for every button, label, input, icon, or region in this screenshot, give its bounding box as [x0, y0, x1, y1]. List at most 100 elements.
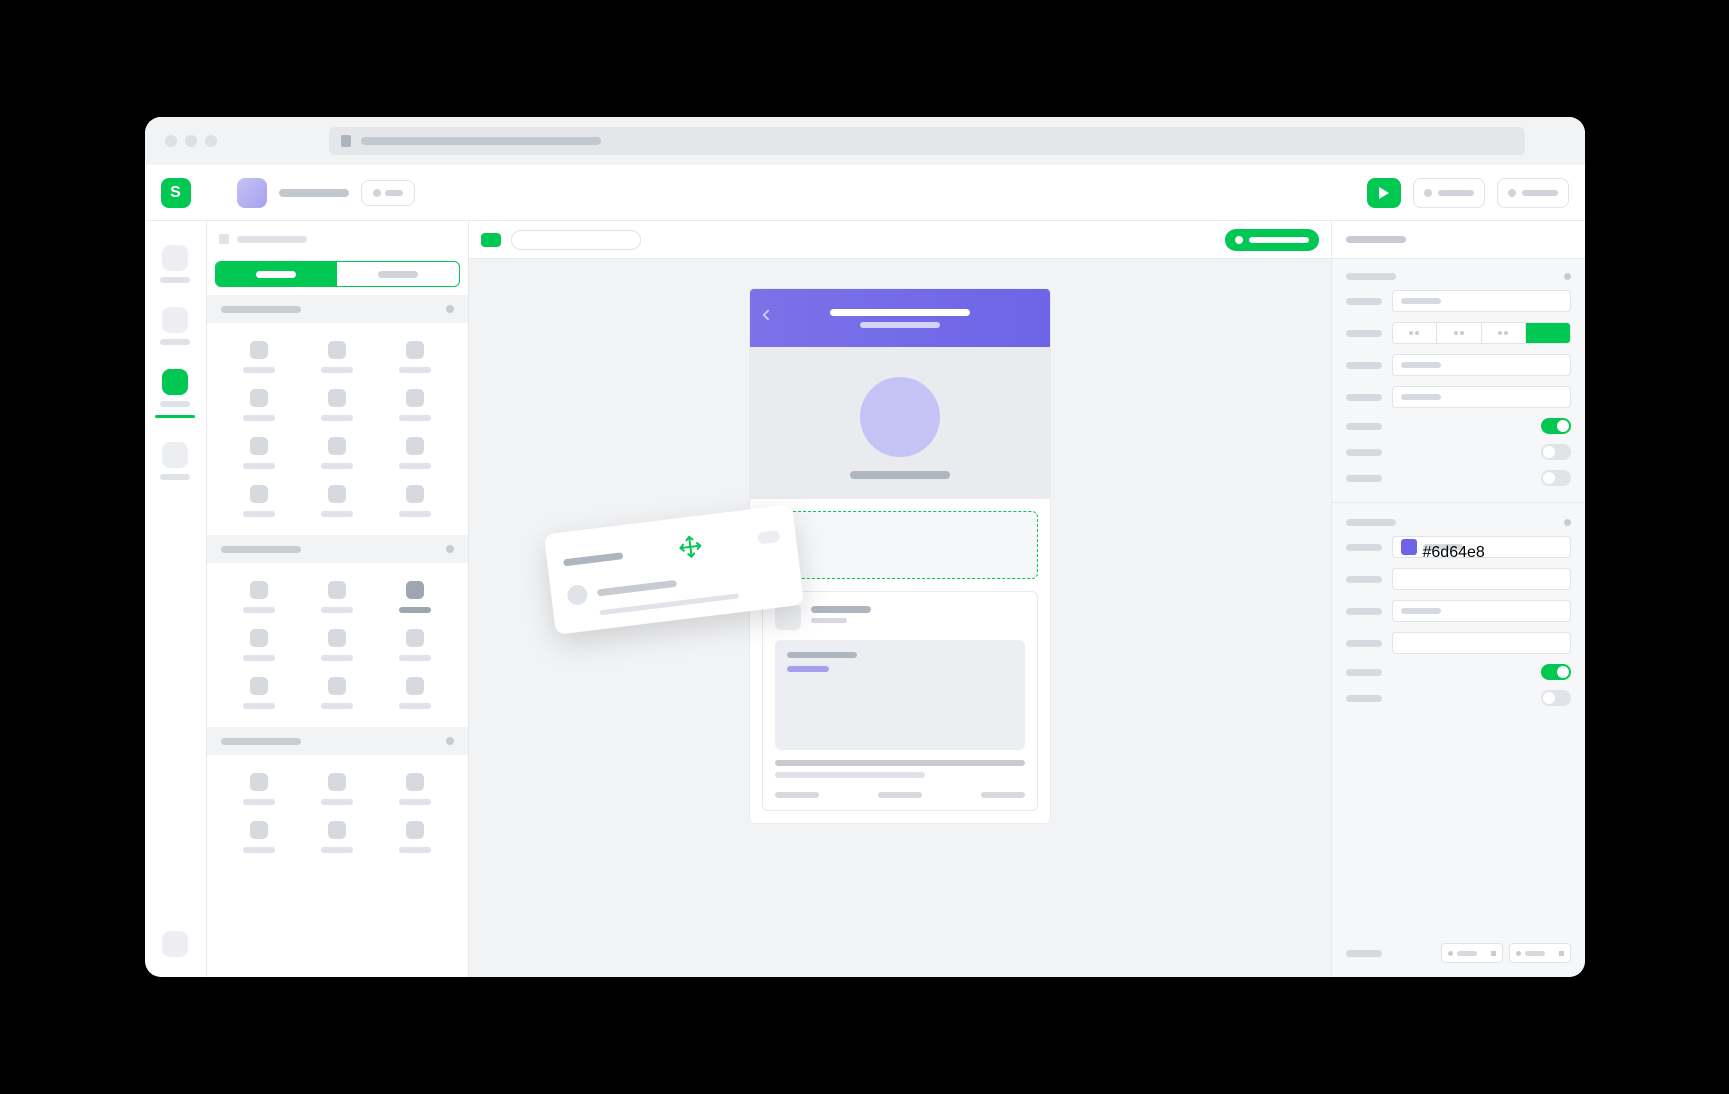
url-bar[interactable]: [329, 127, 1525, 155]
card-action[interactable]: [775, 792, 819, 798]
panel-tab-0[interactable]: [216, 262, 338, 286]
rail-item-1[interactable]: [160, 307, 190, 345]
component-item[interactable]: [376, 485, 454, 517]
component-item[interactable]: [298, 485, 376, 517]
play-button[interactable]: [1367, 178, 1401, 208]
prop-switch[interactable]: [1541, 690, 1571, 706]
canvas-search-input[interactable]: [511, 230, 641, 250]
drop-zone[interactable]: [762, 511, 1038, 579]
component-item[interactable]: [221, 389, 299, 421]
component-item[interactable]: [376, 581, 454, 613]
component-item[interactable]: [298, 581, 376, 613]
component-section-0[interactable]: [207, 295, 468, 323]
component-item[interactable]: [298, 821, 376, 853]
component-item[interactable]: [298, 437, 376, 469]
rail-label: [160, 474, 190, 480]
prop-row: [1346, 632, 1571, 654]
component-item[interactable]: [221, 773, 299, 805]
move-icon: [672, 529, 708, 565]
more-icon[interactable]: [1564, 519, 1571, 526]
back-icon[interactable]: [762, 309, 773, 320]
prop-switch[interactable]: [1541, 470, 1571, 486]
color-swatch: [1401, 539, 1417, 555]
action-label: [1438, 190, 1474, 196]
canvas-status-pill[interactable]: [1225, 229, 1319, 251]
component-item[interactable]: [376, 773, 454, 805]
rail-item-3[interactable]: [160, 442, 190, 480]
prop-label: [1346, 640, 1382, 647]
prop-input[interactable]: [1392, 568, 1571, 590]
prop-row: [1346, 386, 1571, 408]
card-actions: [775, 792, 1025, 798]
prop-input[interactable]: [1392, 354, 1571, 376]
mode-toggle[interactable]: [361, 180, 415, 206]
component-section-1[interactable]: [207, 535, 468, 563]
component-item[interactable]: [221, 341, 299, 373]
rail-item-2[interactable]: [160, 369, 190, 407]
prop-switch[interactable]: [1541, 444, 1571, 460]
component-item[interactable]: [221, 629, 299, 661]
card-action[interactable]: [981, 792, 1025, 798]
component-item[interactable]: [376, 389, 454, 421]
close-icon[interactable]: [165, 135, 177, 147]
prop-row: #6d64e8: [1346, 536, 1571, 558]
minimize-icon[interactable]: [185, 135, 197, 147]
project-icon[interactable]: [237, 178, 267, 208]
component-item[interactable]: [221, 677, 299, 709]
window-controls[interactable]: [165, 135, 217, 147]
status-label: [1249, 237, 1309, 243]
component-item[interactable]: [376, 437, 454, 469]
component-item[interactable]: [298, 341, 376, 373]
more-icon[interactable]: [1564, 273, 1571, 280]
component-item[interactable]: [298, 389, 376, 421]
component-item[interactable]: [376, 821, 454, 853]
screen-header: [750, 289, 1050, 347]
component-item[interactable]: [376, 629, 454, 661]
properties-body: #6d64e8: [1332, 259, 1585, 977]
component-item[interactable]: [221, 437, 299, 469]
small-input[interactable]: [1441, 943, 1503, 963]
rail-item-settings[interactable]: [162, 931, 188, 957]
component-item[interactable]: [376, 341, 454, 373]
rail-icon: [162, 307, 188, 333]
component-item[interactable]: [221, 581, 299, 613]
component-item[interactable]: [221, 485, 299, 517]
prop-switch[interactable]: [1541, 418, 1571, 434]
component-section-2[interactable]: [207, 727, 468, 755]
prop-row: [1346, 418, 1571, 434]
component-item[interactable]: [298, 677, 376, 709]
prop-input[interactable]: [1392, 600, 1571, 622]
divider: [1332, 502, 1585, 503]
component-item[interactable]: [376, 677, 454, 709]
card-action[interactable]: [878, 792, 922, 798]
prop-switch[interactable]: [1541, 664, 1571, 680]
canvas-stage[interactable]: [469, 259, 1331, 977]
toolbar-action-1[interactable]: [1413, 178, 1485, 208]
small-input[interactable]: [1509, 943, 1571, 963]
component-item[interactable]: [298, 773, 376, 805]
prop-input[interactable]: [1392, 290, 1571, 312]
prop-label: [1346, 669, 1382, 676]
action-label: [1522, 190, 1558, 196]
prop-input[interactable]: [1392, 632, 1571, 654]
card-header: [775, 604, 1025, 630]
section-title: [221, 306, 301, 313]
toolbar-action-2[interactable]: [1497, 178, 1569, 208]
prop-row: [1346, 470, 1571, 486]
component-grid-0: [207, 323, 468, 535]
rail-label: [160, 277, 190, 283]
color-input[interactable]: #6d64e8: [1392, 536, 1571, 558]
prop-input[interactable]: [1392, 386, 1571, 408]
component-item[interactable]: [298, 629, 376, 661]
maximize-icon[interactable]: [205, 135, 217, 147]
panel-tab-1[interactable]: [337, 262, 459, 286]
component-item[interactable]: [221, 821, 299, 853]
dot-icon: [1508, 189, 1516, 197]
drag-title: [562, 552, 622, 566]
alignment-control[interactable]: [1392, 322, 1571, 344]
prop-label: [1346, 298, 1382, 305]
nav-rail: [145, 221, 207, 977]
app-logo[interactable]: S: [161, 178, 191, 208]
rail-item-0[interactable]: [160, 245, 190, 283]
component-grid-1: [207, 563, 468, 727]
